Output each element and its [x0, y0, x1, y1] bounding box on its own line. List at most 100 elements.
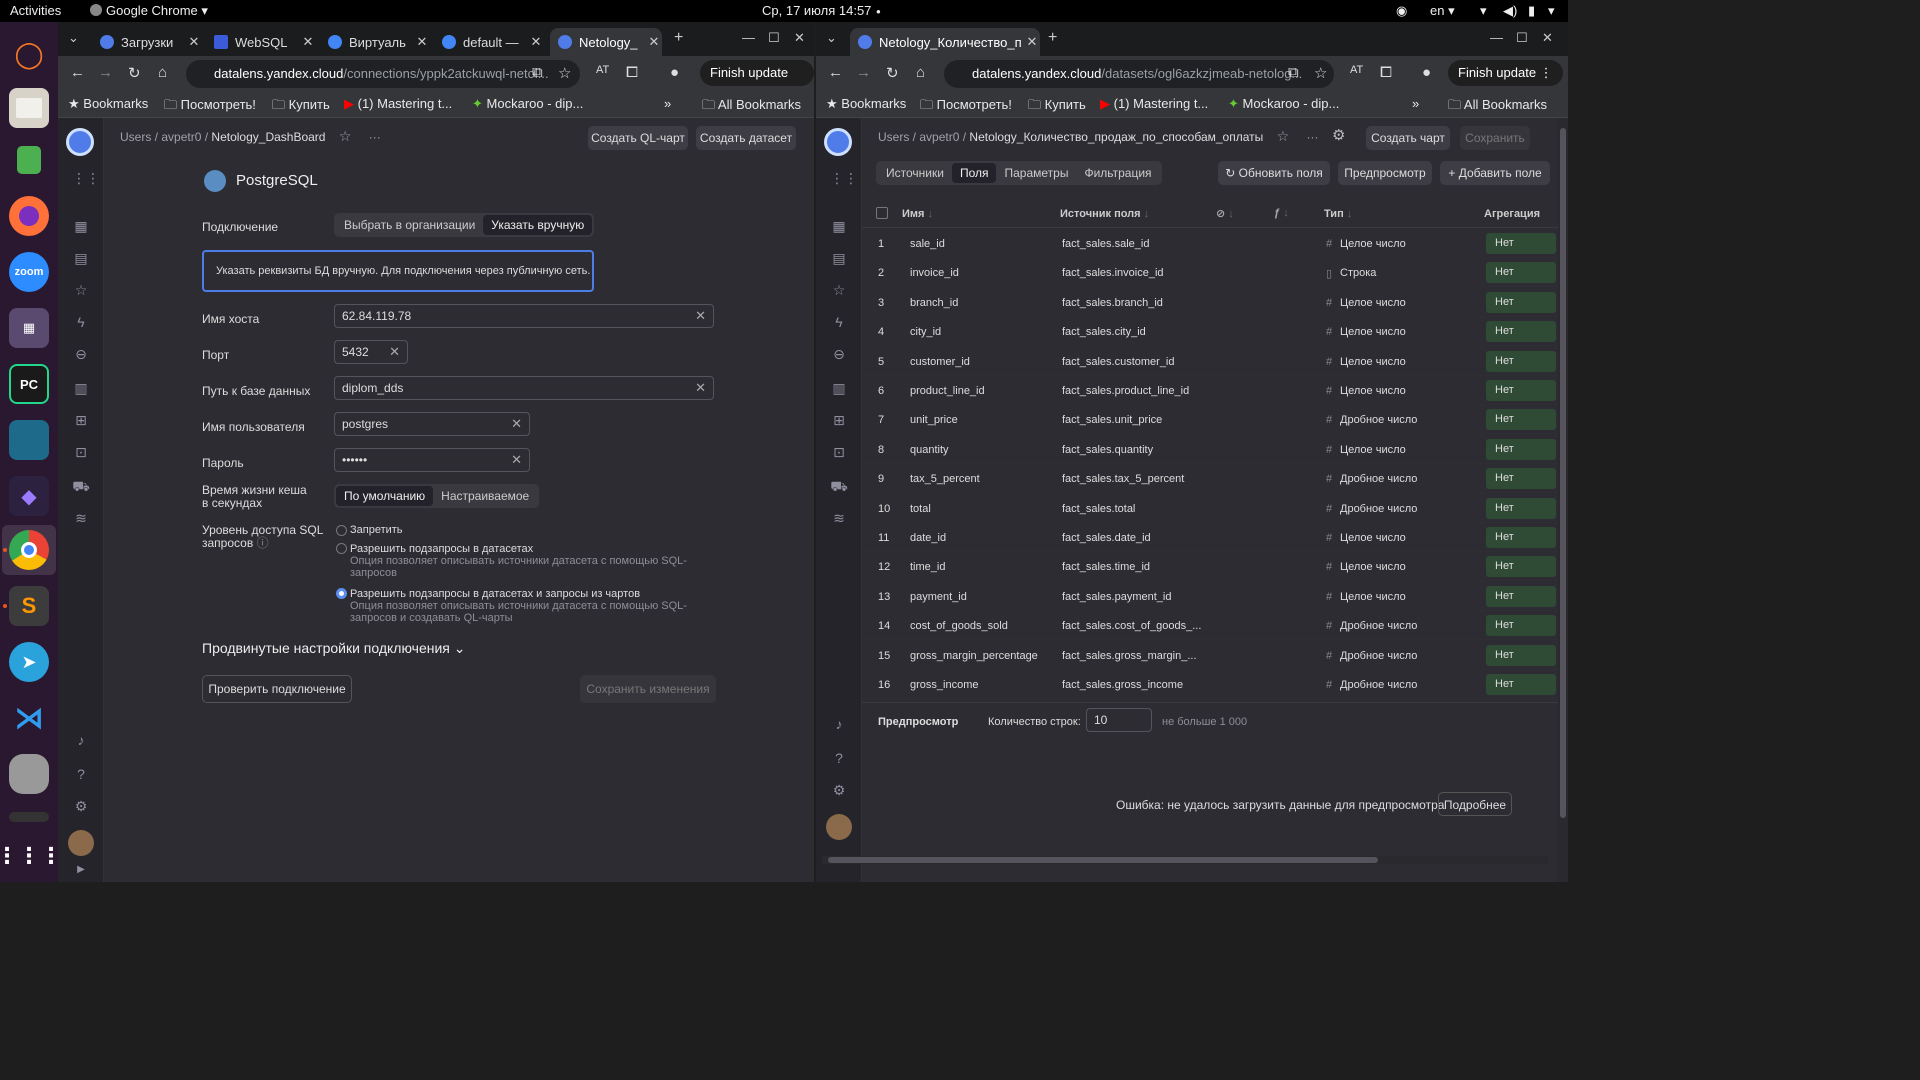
more-bookmarks-icon[interactable]: » [1412, 96, 1419, 111]
finish-update-button[interactable]: Finish update ⋮ [700, 60, 814, 106]
col-source-header[interactable]: Источник поля ↓ [1060, 208, 1149, 220]
telegram-icon[interactable]: ➤ [9, 642, 49, 682]
volume-icon[interactable]: ◀) [1503, 3, 1517, 19]
field-name[interactable]: total [910, 503, 931, 515]
aggregation-select[interactable]: Нет [1486, 497, 1556, 519]
settings-sliders-icon[interactable]: ≋ [830, 510, 848, 528]
reload-icon[interactable]: ↻ [886, 64, 899, 82]
password-input[interactable]: •••••• ✕ [334, 448, 530, 472]
cache-default[interactable]: По умолчанию [336, 486, 434, 506]
minimize-icon[interactable]: — [742, 30, 755, 45]
aggregation-select[interactable]: Нет [1486, 468, 1556, 490]
profile-avatar-icon[interactable]: ● [670, 64, 679, 81]
collapse-sidebar-icon[interactable]: ▶ [72, 864, 90, 882]
table-row[interactable]: 4 city_id fact_sales.city_id Целое число # Не… [862, 317, 1558, 347]
vertical-scrollbar[interactable] [1558, 118, 1568, 882]
select-all-checkbox[interactable] [876, 207, 888, 219]
services-grid-icon[interactable]: ⋮⋮ [72, 170, 100, 188]
tab-search-icon[interactable]: ⌄ [826, 30, 837, 46]
create-chart-button[interactable]: Создать чарт [1366, 126, 1450, 150]
check-connection-button[interactable]: Проверить подключение [202, 675, 352, 703]
clear-icon[interactable]: ✕ [389, 341, 400, 363]
field-name[interactable]: branch_id [910, 297, 958, 309]
tab-search-icon[interactable]: ⌄ [68, 30, 79, 46]
zoom-icon[interactable]: zoom [9, 252, 49, 292]
clear-icon[interactable]: ✕ [695, 305, 706, 327]
horizontal-scrollbar[interactable] [822, 856, 1548, 864]
close-tab-icon[interactable]: ✕ [1024, 34, 1040, 50]
bookmark-bookmarks[interactable]: ★ Bookmarks [826, 96, 906, 112]
obsidian-icon[interactable]: ◆ [9, 476, 49, 516]
reports-icon[interactable]: ⊡ [830, 444, 848, 462]
tab-netology[interactable]: Netology_ ✕ [550, 28, 662, 56]
jupyter-icon[interactable]: ◯ [9, 34, 49, 74]
create-ql-chart-button[interactable]: Создать QL-чарт [588, 126, 688, 150]
table-row[interactable]: 9 tax_5_percent fact_sales.tax_5_percent Др… [862, 464, 1558, 494]
aggregation-select[interactable]: Нет [1486, 585, 1556, 607]
wifi-icon[interactable]: ▾ [1480, 3, 1487, 19]
clear-icon[interactable]: ✕ [511, 449, 522, 471]
advanced-settings-toggle[interactable]: Продвинутые настройки подключения ⌄ [202, 640, 466, 657]
aggregation-select[interactable]: Нет [1486, 262, 1556, 284]
sublime-icon[interactable]: S [9, 586, 49, 626]
aggregation-select[interactable]: Нет [1486, 380, 1556, 401]
table-row[interactable]: 11 date_id fact_sales.date_id Целое число # Н… [862, 523, 1558, 552]
aggregation-select[interactable]: Нет [1486, 556, 1556, 578]
bookmark-star-icon[interactable]: ☆ [558, 64, 571, 82]
aggregation-select[interactable]: Нет [1486, 409, 1556, 431]
field-name[interactable]: gross_margin_percentage [910, 650, 1038, 662]
bookmark-folder-buy[interactable]: 🗀 Купить [272, 96, 330, 118]
field-name[interactable]: payment_id [910, 591, 967, 603]
aggregation-select[interactable]: Нет [1486, 615, 1556, 637]
aggregation-select[interactable]: Нет [1486, 644, 1556, 666]
clock[interactable]: Ср, 17 июля 14:57 [762, 3, 871, 18]
field-name[interactable]: city_id [910, 326, 941, 338]
aggregation-select[interactable]: Нет [1486, 291, 1556, 313]
port-input[interactable]: 5432 ✕ [334, 340, 408, 364]
battery-icon[interactable]: ▮ [1528, 3, 1535, 19]
chrome-dock-icon[interactable] [9, 530, 49, 570]
home-icon[interactable]: ⌂ [916, 64, 925, 81]
field-name[interactable]: date_id [910, 532, 946, 544]
table-row[interactable]: 16 gross_income fact_sales.gross_income Дро… [862, 670, 1558, 699]
activities-button[interactable]: Activities [10, 3, 61, 18]
profile-avatar-icon[interactable]: ● [1422, 64, 1431, 81]
add-field-button[interactable]: + Добавить поле [1440, 161, 1550, 185]
close-window-icon[interactable]: ✕ [794, 30, 805, 46]
maximize-icon[interactable]: ☐ [1516, 30, 1528, 46]
terminal-icon[interactable] [9, 812, 49, 822]
datalens-logo[interactable] [66, 128, 94, 156]
breadcrumb-user[interactable]: avpetr0 [161, 130, 201, 144]
dashboards-icon[interactable]: ⊞ [830, 412, 848, 430]
bookmark-youtube[interactable]: ▶ (1) Mastering t... [1100, 96, 1208, 112]
cache-custom[interactable]: Настраиваемое [433, 486, 537, 506]
firefox-icon[interactable] [9, 196, 49, 236]
error-details-button[interactable]: Подробнее [1438, 792, 1512, 816]
aggregation-select[interactable]: Нет [1486, 321, 1556, 343]
help-icon[interactable]: ? [830, 750, 848, 768]
clear-icon[interactable]: ✕ [511, 413, 522, 435]
help-icon[interactable]: ? [72, 766, 90, 784]
notifications-bell-icon[interactable]: ♪ [72, 732, 90, 750]
maximize-icon[interactable]: ☐ [768, 30, 780, 46]
field-name[interactable]: cost_of_goods_sold [910, 620, 1008, 632]
new-tab-icon[interactable]: + [674, 29, 683, 47]
back-icon[interactable]: ← [70, 64, 85, 81]
tab-websql[interactable]: WebSQL ✕ [206, 28, 316, 56]
tab-netology-dataset[interactable]: Netology_Количество_п ✕ [850, 28, 1040, 56]
show-apps-grid-icon[interactable]: ⋮⋮⋮ [0, 836, 62, 876]
bookmark-mockaroo[interactable]: ✦ Mockaroo - dip... [472, 96, 583, 112]
aggregation-select[interactable]: Нет [1486, 350, 1556, 372]
col-type-header[interactable]: Тип ↓ [1324, 208, 1352, 220]
table-row[interactable]: 2 invoice_id fact_sales.invoice_id Строка ▯ Н… [862, 258, 1558, 288]
reports-icon[interactable]: ⊡ [72, 444, 90, 462]
radio-subqueries[interactable] [336, 543, 347, 554]
hidden-eye-icon[interactable]: ⊘ ↓ [1216, 207, 1234, 220]
save-dataset-button[interactable]: Сохранить [1460, 126, 1530, 150]
more-actions-icon[interactable]: ··· [1307, 130, 1319, 144]
address-bar[interactable]: datalens.yandex.cloud/datasets/ogl6azkzj… [944, 60, 1334, 88]
more-bookmarks-icon[interactable]: » [664, 96, 671, 111]
datasets-icon[interactable]: ⊖ [72, 346, 90, 364]
tab-parameters[interactable]: Параметры [996, 163, 1076, 183]
favorite-star-icon[interactable]: ☆ [1277, 128, 1290, 144]
